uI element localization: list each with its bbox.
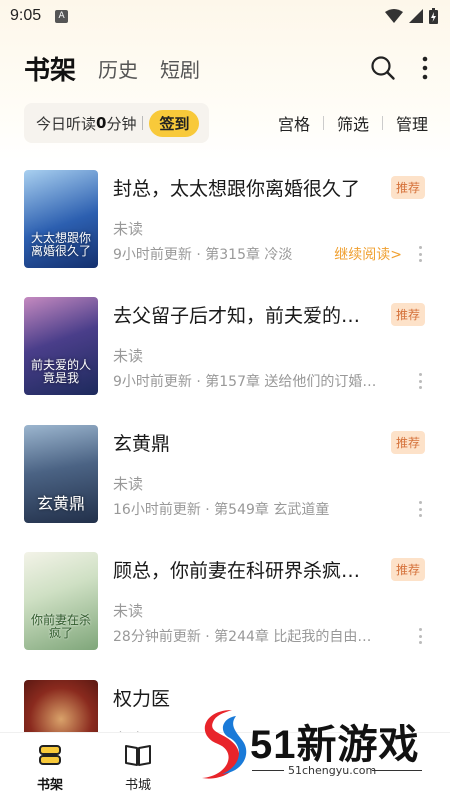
read-status: 未读 (113, 220, 144, 238)
watermark-swirl-icon (202, 710, 247, 779)
cover-title-art: 玄黄鼎 (36, 494, 85, 514)
nav-bookshelf[interactable]: 书架 (20, 743, 80, 793)
recommend-badge: 推荐 (390, 303, 425, 326)
read-status: 未读 (113, 475, 144, 493)
book-title: 封总，太太想跟你离婚很久了 (113, 178, 361, 200)
book-item[interactable]: 大太想跟你离婚很久了 封总，太太想跟你离婚很久了 推荐 未读 9小时前更新 · … (24, 170, 428, 270)
manage-button[interactable]: 管理 (396, 111, 428, 135)
book-update-info: 9小时前更新 · 第157章 送给他们的订婚… (113, 374, 377, 390)
more-options-icon[interactable] (418, 246, 422, 262)
book-cover[interactable]: 你前妻在杀疯了 (24, 552, 98, 650)
more-options-icon[interactable] (418, 501, 422, 517)
nav-bookstore-label: 书城 (124, 778, 151, 793)
tab-bookshelf-label: 书架 (24, 55, 77, 86)
pill-divider (142, 116, 144, 130)
shelf-actions: 宫格 筛选 管理 (278, 111, 428, 135)
more-options-icon[interactable] (418, 373, 422, 389)
recommend-badge: 推荐 (390, 431, 425, 454)
divider (322, 116, 324, 130)
tab-bookshelf[interactable]: 书架 (24, 50, 76, 87)
more-options-icon[interactable] (418, 628, 422, 644)
filter-button[interactable]: 筛选 (337, 111, 369, 135)
search-icon[interactable] (370, 55, 396, 81)
notification-a-icon: A (55, 9, 69, 23)
recommend-badge: 推荐 (390, 176, 425, 199)
cover-title-art: 你前妻在杀疯了 (30, 612, 91, 640)
top-tab-bar: 书架 历史 短剧 (0, 44, 450, 92)
wifi-icon (385, 9, 403, 23)
book-title: 玄黄鼎 (113, 433, 171, 455)
listen-minutes: 0 (96, 114, 107, 132)
watermark-line (252, 770, 284, 771)
nav-bookshelf-label: 书架 (36, 778, 63, 793)
watermark-brand: 51新游戏 (250, 723, 420, 767)
listen-time-pill: 今日听读 0 分钟 签到 (24, 103, 210, 143)
nav-bookstore[interactable]: 书城 (108, 743, 168, 793)
read-status: 未读 (113, 602, 144, 620)
recommend-badge: 推荐 (390, 558, 425, 581)
cover-title-art: 前夫爱的人竟是我 (30, 357, 91, 385)
watermark-logo: 51新游戏 51chengyu.com (190, 704, 430, 794)
divider (381, 116, 383, 130)
header-actions (370, 55, 450, 81)
status-icons (385, 8, 438, 24)
status-bar: 9:05 A (0, 0, 450, 32)
cover-title-art: 大太想跟你离婚很久了 (30, 230, 91, 258)
book-title: 去父留子后才知，前夫爱的… (113, 305, 361, 327)
book-cover[interactable]: 前夫爱的人竟是我 (24, 297, 98, 395)
signal-icon (409, 9, 423, 23)
bookshelf-icon (39, 745, 61, 765)
shelf-toolbar: 今日听读 0 分钟 签到 宫格 筛选 管理 (24, 103, 428, 143)
watermark-line (372, 770, 422, 771)
continue-reading-link[interactable]: 继续阅读> (334, 244, 402, 264)
more-vertical-icon[interactable] (422, 56, 428, 80)
book-cover[interactable]: 玄黄鼎 (24, 425, 98, 523)
grid-view-button[interactable]: 宫格 (278, 111, 310, 135)
book-update-info: 9小时前更新 · 第315章 冷淡 (113, 247, 293, 263)
book-item[interactable]: 你前妻在杀疯了 顾总，你前妻在科研界杀疯… 推荐 未读 28分钟前更新 · 第2… (24, 552, 428, 652)
read-status: 未读 (113, 347, 144, 365)
book-update-info: 28分钟前更新 · 第244章 比起我的自由… (113, 629, 372, 645)
checkin-button[interactable]: 签到 (149, 109, 200, 137)
book-open-icon (125, 745, 151, 766)
battery-icon (429, 8, 438, 24)
tab-short-drama[interactable]: 短剧 (160, 54, 200, 83)
book-update-info: 16小时前更新 · 第549章 玄武道童 (113, 502, 330, 518)
status-time: 9:05 (10, 7, 42, 24)
book-item[interactable]: 前夫爱的人竟是我 去父留子后才知，前夫爱的… 推荐 未读 9小时前更新 · 第1… (24, 297, 428, 397)
book-item[interactable]: 玄黄鼎 玄黄鼎 推荐 未读 16小时前更新 · 第549章 玄武道童 (24, 425, 428, 525)
book-cover[interactable]: 大太想跟你离婚很久了 (24, 170, 98, 268)
book-title: 顾总，你前妻在科研界杀疯… (113, 560, 361, 582)
tab-history[interactable]: 历史 (98, 54, 138, 83)
listen-suffix: 分钟 (106, 114, 137, 133)
watermark-url: 51chengyu.com (288, 764, 377, 777)
listen-prefix: 今日听读 (36, 114, 97, 133)
